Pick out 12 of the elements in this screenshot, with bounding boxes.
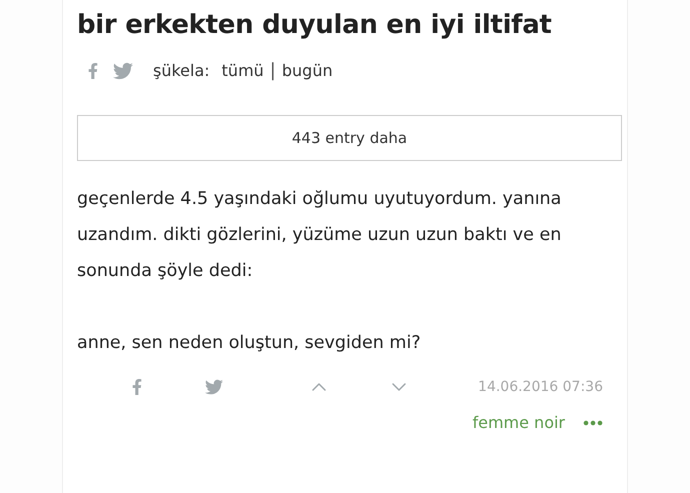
entry-date: 14.06.2016 07:36 <box>478 379 603 395</box>
more-icon[interactable] <box>583 420 603 426</box>
twitter-icon[interactable] <box>205 378 223 396</box>
filter-label: şükela: <box>153 61 210 80</box>
entry-text: geçenlerde 4.5 yaşındaki oğlumu uyutuyordum. yanına uzandım. dikti gözlerini, yüzüme uzun uzun baktı ve en sonunda şöyle dedi: <box>77 188 562 283</box>
separator: | <box>270 60 276 81</box>
entry-text: anne, sen neden oluştun, sevgiden mi? <box>77 332 422 355</box>
more-entries-button[interactable]: 443 entry daha <box>77 115 622 161</box>
twitter-icon[interactable] <box>113 60 133 80</box>
topic-title: bir erkekten duyulan en iyi iltifat <box>77 10 553 40</box>
filter-link[interactable]: bugün <box>282 61 333 80</box>
filter-link[interactable]: tümü <box>222 61 264 80</box>
